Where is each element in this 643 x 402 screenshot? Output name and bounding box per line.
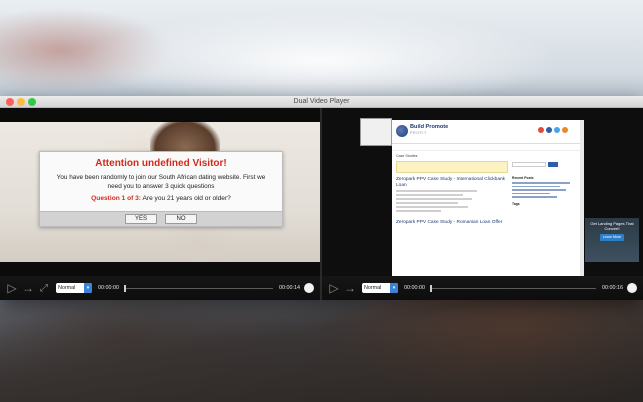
fullscreen-icon[interactable]: ⤢ [36,280,52,296]
sidebar-link [512,192,551,195]
wallpaper-ridge [0,300,643,402]
site-sidebar: Recent Posts Tags [512,154,576,208]
sidebar-link [512,185,560,188]
left-video-pane[interactable]: Attention undefined Visitor! You have be… [0,108,320,276]
post-title-1: Zeropark PPV Case Study - International … [396,177,506,188]
speed-value: Normal [58,285,76,291]
total-time: 00:00:14 [279,285,300,291]
window-title: Dual Video Player [293,98,350,105]
chevron-down-icon: ▾ [390,283,398,293]
seek-bar[interactable] [429,284,597,292]
sidebar-link [512,196,557,198]
social-google-icon [538,127,544,133]
play-icon[interactable]: ▷ [326,280,342,296]
forward-icon[interactable]: → [20,280,36,296]
site-logo-sub: PROFIT [410,131,427,135]
post-excerpt-1 [396,190,508,213]
forward-icon[interactable]: → [342,280,358,296]
app-window: Dual Video Player Attention undefined Vi… [0,96,643,300]
dialog-title: Attention undefined Visitor! [95,158,227,169]
dialog-body: You have been randomly to join our South… [56,174,266,190]
site-logo-text: Build Promote [410,124,449,130]
current-time: 00:00:00 [98,285,119,291]
browser-scrollbar [580,120,584,276]
speed-select[interactable]: Normal ▾ [56,283,92,293]
speed-value: Normal [364,285,382,291]
social-rss-icon [562,127,568,133]
post-title-2: Zeropark PPV Case Study - Romanian Loan … [396,220,503,226]
sidebar-heading-recent: Recent Posts [512,176,534,180]
right-controls-bar: ▷ → Normal ▾ 00:00:00 00:00:16 [322,276,643,300]
speed-select[interactable]: Normal ▾ [362,283,398,293]
browser-menu [360,118,392,146]
site-notice [396,161,508,173]
video-panes: Attention undefined Visitor! You have be… [0,108,643,300]
ad-text: Get Landing Pages That Convert! [590,221,634,231]
sidebar-heading-tags: Tags [512,201,520,206]
volume-knob[interactable] [304,283,314,293]
site-breadcrumb: Case Studies [396,154,418,158]
site-search-button [548,162,558,167]
social-facebook-icon [546,127,552,133]
current-time: 00:00:00 [404,285,425,291]
logo-icon [396,125,408,137]
play-icon[interactable]: ▷ [4,280,20,296]
site-search-input [512,162,546,167]
chevron-down-icon: ▾ [84,283,92,293]
yes-button[interactable]: YES [125,214,157,224]
website-screenshot: Build Promote PROFIT Case Studies Zeropa… [392,120,580,276]
question-text: Are you 21 years old or older? [142,195,231,202]
question-number: Question 1 of 3: [91,195,141,202]
total-time: 00:00:16 [602,285,623,291]
seek-bar[interactable] [123,284,274,292]
left-controls-bar: ▷ → ⤢ Normal ▾ 00:00:00 00:00:14 [0,276,320,300]
title-bar[interactable]: Dual Video Player [0,96,643,108]
seek-thumb[interactable] [429,284,432,292]
sidebar-link [512,189,567,191]
sidebar-link [512,182,570,184]
seek-thumb[interactable] [123,284,126,292]
social-twitter-icon [554,127,560,133]
dialog-question: Question 1 of 3: Are you 21 years old or… [40,195,282,202]
no-button[interactable]: NO [165,214,197,224]
volume-knob[interactable] [627,283,637,293]
site-main: Case Studies Zeropark PPV Case Study - I… [396,154,508,226]
dialog-button-bar: YES NO [40,211,282,226]
site-header: Build Promote PROFIT [392,120,580,144]
letterbox-bottom [0,262,320,276]
visitor-dialog: Attention undefined Visitor! You have be… [39,151,283,227]
letterbox-top [0,108,320,122]
ad-cta: Learn More [600,234,624,241]
landing-pages-ad: Get Landing Pages That Convert! Learn Mo… [585,218,639,262]
right-video-pane[interactable]: Build Promote PROFIT Case Studies Zeropa… [322,108,643,276]
site-nav [392,144,580,151]
